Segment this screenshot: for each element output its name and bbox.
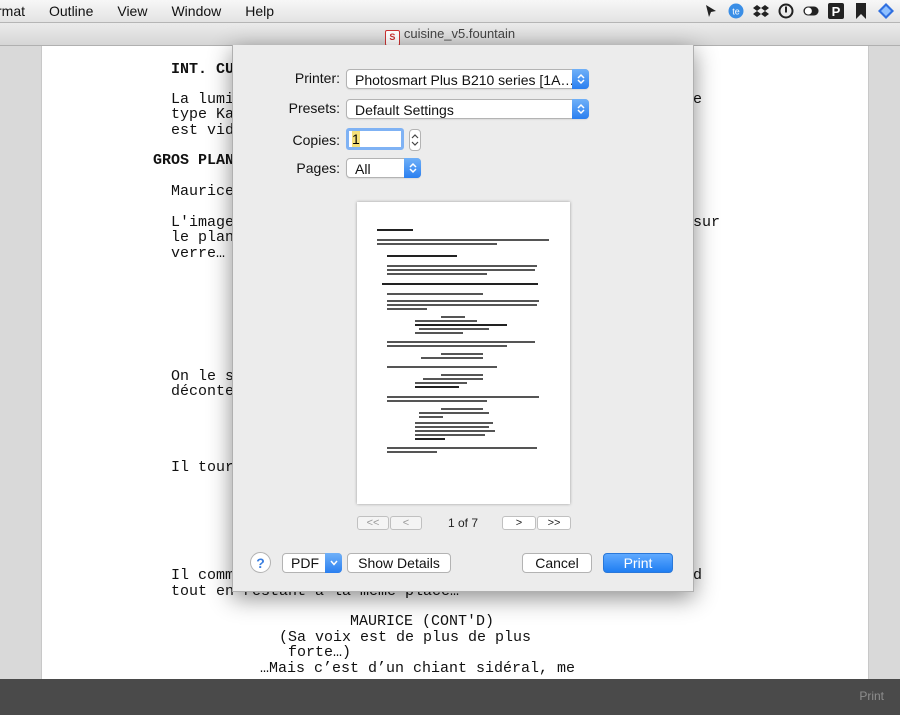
parenthetical: forte…)	[288, 644, 352, 661]
chevron-down-icon	[325, 553, 342, 573]
script-line: Il tour	[171, 459, 235, 476]
dropbox-icon[interactable]	[753, 3, 769, 19]
svg-text:te: te	[732, 7, 740, 17]
script-line: d	[693, 567, 703, 584]
printer-select[interactable]: Photosmart Plus B210 series [1A…	[346, 69, 589, 89]
presets-select[interactable]: Default Settings	[346, 99, 589, 119]
bottom-print-label[interactable]: Print	[859, 689, 884, 703]
te-icon[interactable]: te	[728, 3, 744, 19]
printer-label: Printer:	[294, 70, 340, 86]
copies-stepper[interactable]	[409, 129, 421, 151]
p-icon[interactable]: P	[828, 3, 844, 19]
bookmark-icon[interactable]	[853, 3, 869, 19]
window-title: cuisine_v5.fountain	[403, 26, 516, 41]
power-icon[interactable]	[778, 3, 794, 19]
script-line: type Ka	[171, 106, 235, 123]
script-line: sur	[693, 214, 721, 231]
print-button[interactable]: Print	[603, 553, 673, 573]
script-line: Il comm	[171, 567, 235, 584]
previous-page-button[interactable]: <	[390, 516, 422, 530]
script-line: est vid	[171, 122, 235, 139]
printer-value: Photosmart Plus B210 series [1A…	[355, 72, 575, 88]
menu-bar: rmat Outline View Window Help te P	[0, 0, 900, 23]
cursor-icon[interactable]	[703, 3, 719, 19]
pdf-label: PDF	[291, 555, 319, 571]
menu-format[interactable]: rmat	[0, 0, 37, 22]
dialogue-line: …Mais c’est d’un chiant sidéral, me	[260, 660, 576, 677]
menu-view[interactable]: View	[105, 0, 159, 22]
menu-outline[interactable]: Outline	[37, 0, 105, 22]
help-button[interactable]: ?	[250, 552, 271, 573]
pages-select[interactable]: All	[346, 158, 421, 178]
status-tray: te P	[703, 0, 894, 22]
print-dialog: Printer: Photosmart Plus B210 series [1A…	[232, 45, 694, 592]
toggle-icon[interactable]	[803, 3, 819, 19]
script-line: verre…	[171, 245, 226, 262]
script-line: e	[693, 91, 703, 108]
script-line: Maurice	[171, 183, 235, 200]
shot-heading: GROS PLAN	[153, 152, 235, 169]
presets-value: Default Settings	[355, 102, 454, 118]
presets-label: Presets:	[288, 100, 340, 116]
copies-value: 1	[352, 131, 360, 147]
character-cue: MAURICE (CONT'D)	[350, 613, 495, 630]
page-indicator: 1 of 7	[447, 516, 479, 530]
scene-heading: INT. CU	[171, 61, 235, 78]
pdf-menu-button[interactable]: PDF	[282, 553, 342, 573]
svg-text:P: P	[832, 4, 841, 19]
page-preview	[357, 202, 570, 504]
window-titlebar: Scuisine_v5.fountain	[0, 23, 900, 46]
stepper-arrows-icon	[411, 134, 419, 146]
menu-help[interactable]: Help	[233, 0, 286, 22]
copies-input[interactable]: 1	[346, 128, 404, 150]
menu-window[interactable]: Window	[159, 0, 233, 22]
cancel-button[interactable]: Cancel	[522, 553, 592, 573]
next-page-button[interactable]: >	[502, 516, 536, 530]
diamond-icon[interactable]	[878, 3, 894, 19]
show-details-button[interactable]: Show Details	[347, 553, 451, 573]
bottom-toolbar: Print	[0, 679, 900, 715]
script-line: déconte	[171, 383, 235, 400]
first-page-button[interactable]: <<	[357, 516, 389, 530]
pages-label: Pages:	[296, 160, 340, 176]
updown-chevron-icon	[572, 99, 589, 119]
updown-chevron-icon	[572, 69, 589, 89]
updown-chevron-icon	[404, 158, 421, 178]
document-icon: S	[384, 30, 400, 46]
last-page-button[interactable]: >>	[537, 516, 571, 530]
pages-value: All	[355, 161, 371, 177]
script-line: le plan	[171, 229, 235, 246]
copies-label: Copies:	[292, 132, 340, 148]
